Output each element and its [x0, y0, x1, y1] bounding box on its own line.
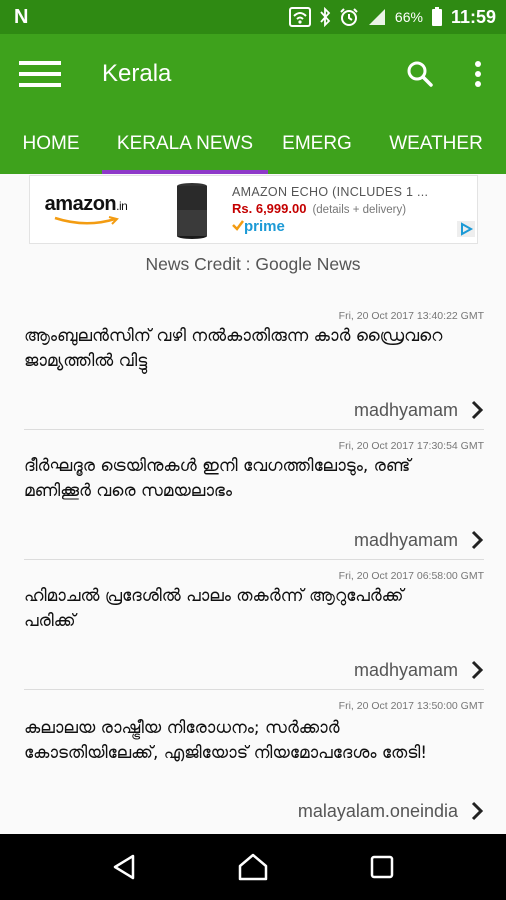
news-credit: News Credit : Google News [145, 254, 361, 274]
tab-indicator [102, 170, 268, 174]
news-headline: ദീർഘദൂര ട്രെയിനുകൾ ഇനി വേഗത്തിലോടും, രണ്… [24, 456, 411, 501]
more-vert-icon[interactable] [450, 34, 506, 114]
news-list: Fri, 20 Oct 2017 13:40:22 GMT ആംബുലൻസിന്… [0, 300, 506, 830]
amazon-logo: amazon.in [30, 193, 142, 226]
app-screen: N 66% 11:59 Kerala HOME KERALA NEWS EMER… [0, 0, 506, 900]
ad-price-row: Rs. 6,999.00 (details + delivery) [232, 201, 428, 216]
ad-banner[interactable]: amazon.in AMAZON ECHO (INCLUDES 1 ... Rs… [29, 175, 478, 244]
ad-info: AMAZON ECHO (INCLUDES 1 ... Rs. 6,999.00… [232, 185, 428, 235]
app-toolbar: Kerala [0, 34, 506, 114]
adchoices-icon[interactable] [457, 221, 475, 241]
chevron-right-icon[interactable] [470, 800, 484, 822]
status-icons: 66% 11:59 [288, 6, 496, 28]
prime-badge: prime [232, 218, 428, 235]
notification-n-icon: N [14, 5, 29, 28]
home-icon[interactable] [223, 837, 283, 897]
news-headline: ആംബുലൻസിന് വഴി നൽകാതിരുന്ന കാർ ഡ്രൈവറെ ജ… [24, 326, 443, 371]
hamburger-menu-icon[interactable] [0, 34, 80, 114]
wifi-icon [288, 7, 311, 27]
prime-label: prime [244, 217, 285, 235]
alarm-icon [339, 7, 359, 27]
toolbar-title: Kerala [102, 60, 172, 87]
amazon-logo-suffix: .in [116, 199, 128, 213]
chevron-right-icon[interactable] [470, 399, 484, 421]
news-source-row: madhyamam [354, 399, 484, 421]
prime-check-icon [232, 219, 244, 231]
news-source-row: madhyamam [354, 659, 484, 681]
news-source-row: madhyamam [354, 529, 484, 551]
ad-product-title: AMAZON ECHO (INCLUDES 1 ... [232, 184, 429, 199]
news-headline: കലാലയ രാഷ്ട്രീയ നിരോധനം; സർക്കാർ കോടതിയി… [24, 718, 428, 763]
signal-icon [367, 7, 387, 27]
tab-emerg[interactable]: EMERG [268, 114, 366, 174]
chevron-right-icon[interactable] [470, 529, 484, 551]
ad-delivery: (details + delivery) [312, 203, 407, 216]
status-bar: N 66% 11:59 [0, 0, 506, 34]
news-date: Fri, 20 Oct 2017 13:40:22 GMT [338, 310, 484, 322]
clock: 11:59 [450, 6, 496, 27]
battery-percent: 66% [394, 9, 423, 25]
amazon-logo-text: amazon [44, 193, 117, 215]
system-nav-bar [0, 834, 506, 900]
tab-weather[interactable]: WEATHER [366, 114, 506, 174]
recents-square-icon[interactable] [352, 837, 412, 897]
echo-product-image [172, 180, 212, 240]
amazon-smile-icon [54, 216, 119, 225]
battery-icon [431, 7, 443, 27]
news-source: madhyamam [353, 399, 458, 420]
tab-bar: HOME KERALA NEWS EMERG WEATHER [0, 114, 506, 174]
news-source: madhyamam [353, 659, 458, 680]
back-triangle-icon[interactable] [94, 837, 154, 897]
news-item[interactable]: Fri, 20 Oct 2017 06:58:00 GMT ഹിമാചൽ പ്ര… [24, 560, 484, 690]
tab-home[interactable]: HOME [0, 114, 102, 174]
search-icon[interactable] [390, 34, 450, 114]
news-item[interactable]: Fri, 20 Oct 2017 13:50:00 GMT കലാലയ രാഷ്… [24, 690, 484, 830]
news-date: Fri, 20 Oct 2017 13:50:00 GMT [338, 700, 484, 712]
ad-price: Rs. 6,999.00 [232, 200, 307, 216]
tab-label: KERALA NEWS [116, 133, 254, 154]
tab-label: HOME [22, 133, 80, 154]
toolbar-actions [390, 34, 506, 114]
bluetooth-icon [319, 7, 331, 27]
news-date: Fri, 20 Oct 2017 17:30:54 GMT [338, 440, 484, 452]
tab-kerala-news[interactable]: KERALA NEWS [102, 114, 268, 174]
news-item[interactable]: Fri, 20 Oct 2017 17:30:54 GMT ദീർഘദൂര ട്… [24, 430, 484, 560]
news-source: madhyamam [353, 529, 458, 550]
chevron-right-icon[interactable] [470, 659, 484, 681]
news-source-row: malayalam.oneindia [298, 800, 484, 822]
news-date: Fri, 20 Oct 2017 06:58:00 GMT [338, 570, 484, 582]
news-source: malayalam.oneindia [297, 800, 458, 821]
news-item[interactable]: Fri, 20 Oct 2017 13:40:22 GMT ആംബുലൻസിന്… [24, 300, 484, 430]
tab-label: WEATHER [389, 133, 483, 154]
news-headline: ഹിമാചൽ പ്രദേശിൽ പാലം തകർന്ന് ആറുപേർക്ക് … [24, 586, 404, 631]
tab-label: EMERG [282, 133, 352, 154]
